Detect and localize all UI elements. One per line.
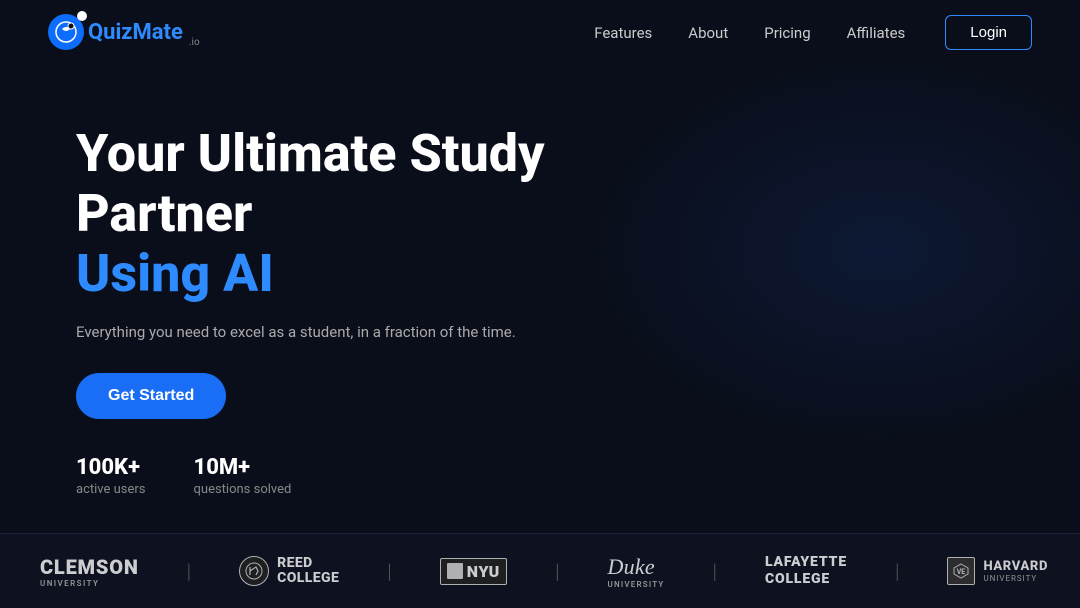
nav-about[interactable]: About xyxy=(688,24,728,42)
reed-icon xyxy=(239,556,269,586)
logo-quiz: Quiz xyxy=(88,20,133,45)
logo-mate: Mate xyxy=(133,20,183,45)
logo-text: QuizMate xyxy=(88,20,183,45)
reed-text: REED COLLEGE xyxy=(277,556,339,587)
stat-questions-label: questions solved xyxy=(194,482,292,497)
stat-users-num: 100K+ xyxy=(76,455,146,480)
list-item: NYU xyxy=(440,558,507,585)
list-item: Duke UNIVERSITY xyxy=(608,554,665,589)
hero-ai-subtitle: Using AI xyxy=(76,244,576,304)
clemson-name: CLEMSON xyxy=(40,555,139,579)
divider: | xyxy=(187,559,191,583)
hero-title-line1: Your Ultimate Study xyxy=(76,123,545,184)
stat-users: 100K+ active users xyxy=(76,455,146,497)
harvard-text: HARVARD UNIVERSITY xyxy=(983,559,1048,584)
list-item: LAFAYETTE COLLEGE xyxy=(765,554,847,588)
nav-affiliates[interactable]: Affiliates xyxy=(847,24,906,42)
list-item: REED COLLEGE xyxy=(239,556,339,587)
get-started-button[interactable]: Get Started xyxy=(76,373,226,419)
divider: | xyxy=(387,559,391,583)
login-button[interactable]: Login xyxy=(945,15,1032,50)
nav-links: Features About Pricing Affiliates xyxy=(594,23,905,42)
duke-text: Duke UNIVERSITY xyxy=(608,554,665,589)
harvard-icon: VE xyxy=(947,557,975,585)
divider: | xyxy=(895,559,899,583)
nav-features[interactable]: Features xyxy=(594,24,652,42)
universities-strip: CLEMSON UNIVERSITY | REED COLLEGE | xyxy=(0,533,1080,608)
hero-description: Everything you need to excel as a studen… xyxy=(76,323,516,341)
nav-pricing[interactable]: Pricing xyxy=(764,24,810,42)
stats-section: 100K+ active users 10M+ questions solved xyxy=(76,455,1004,497)
universities-inner: CLEMSON UNIVERSITY | REED COLLEGE | xyxy=(0,554,1080,589)
stat-questions: 10M+ questions solved xyxy=(194,455,292,497)
nyu-badge: NYU xyxy=(440,558,507,585)
logo-sub: .io xyxy=(189,37,200,48)
hero-title-line2: Partner xyxy=(76,183,252,244)
nyu-name: NYU xyxy=(467,562,500,581)
nyu-icon xyxy=(447,563,463,579)
navbar: QuizMate .io Features About Pricing Affi… xyxy=(0,0,1080,64)
svg-text:VE: VE xyxy=(957,568,966,576)
list-item: CLEMSON UNIVERSITY xyxy=(40,555,139,588)
stat-users-label: active users xyxy=(76,482,146,497)
divider: | xyxy=(555,559,559,583)
logo[interactable]: QuizMate .io xyxy=(48,14,200,50)
hero-title: Your Ultimate Study Partner Using AI xyxy=(76,124,576,303)
hero-section: Your Ultimate Study Partner Using AI Eve… xyxy=(0,64,1080,537)
divider: | xyxy=(713,559,717,583)
logo-icon xyxy=(48,14,84,50)
lafayette-text: LAFAYETTE COLLEGE xyxy=(765,554,847,588)
stat-questions-num: 10M+ xyxy=(194,455,292,480)
clemson-sub: UNIVERSITY xyxy=(40,579,139,588)
list-item: VE HARVARD UNIVERSITY xyxy=(947,557,1048,585)
